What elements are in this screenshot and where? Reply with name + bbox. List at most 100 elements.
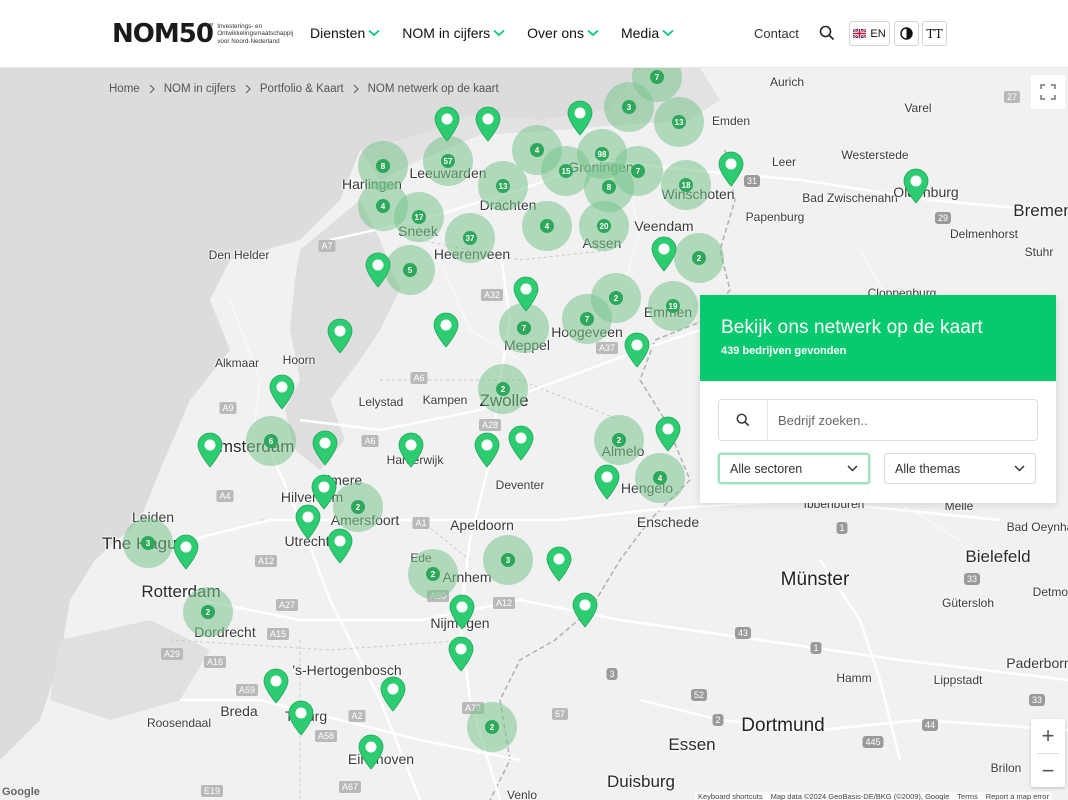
- map-pin-icon[interactable]: [172, 534, 200, 570]
- breadcrumb-portfolio[interactable]: Portfolio & Kaart: [260, 83, 344, 95]
- map-pin-icon[interactable]: [311, 430, 339, 466]
- nav-over-ons[interactable]: Over ons: [527, 25, 599, 41]
- place-label: Münster: [780, 569, 850, 590]
- cluster-marker[interactable]: 3: [604, 82, 654, 132]
- cluster-count: 3: [622, 100, 636, 114]
- map-pin-icon[interactable]: [447, 636, 475, 672]
- fullscreen-button[interactable]: [1031, 75, 1065, 109]
- map-pin-icon[interactable]: [571, 592, 599, 628]
- zoom-in-button[interactable]: +: [1031, 719, 1065, 753]
- cluster-marker[interactable]: 18: [661, 160, 711, 210]
- map-pin-icon[interactable]: [433, 106, 461, 142]
- map-pin-icon[interactable]: [326, 528, 354, 564]
- cluster-marker[interactable]: 6: [246, 416, 296, 466]
- cluster-marker[interactable]: 2: [478, 364, 528, 414]
- map-pin-icon[interactable]: [326, 318, 354, 354]
- terms-link[interactable]: Terms: [957, 792, 977, 800]
- map-pin-icon[interactable]: [507, 425, 535, 461]
- nav-label: Over ons: [527, 25, 584, 41]
- breadcrumb-nom-in-cijfers[interactable]: NOM in cijfers: [164, 83, 236, 95]
- cluster-marker[interactable]: 2: [467, 702, 517, 752]
- map-pin-icon[interactable]: [268, 374, 296, 410]
- map-pin-icon[interactable]: [512, 276, 540, 312]
- map-pin-icon[interactable]: [566, 100, 594, 136]
- cluster-count: 4: [376, 199, 390, 213]
- map-pin-icon[interactable]: [262, 668, 290, 704]
- cluster-marker[interactable]: 37: [445, 213, 495, 263]
- cluster-marker[interactable]: 2: [183, 587, 233, 637]
- cluster-marker[interactable]: 13: [654, 97, 704, 147]
- nav-media[interactable]: Media: [621, 25, 674, 41]
- highway-shield: A2: [348, 710, 366, 722]
- place-label: Dortmund: [741, 715, 825, 736]
- zoom-out-button[interactable]: −: [1031, 754, 1065, 788]
- cluster-marker[interactable]: 2: [594, 415, 644, 465]
- map-pin-icon[interactable]: [357, 734, 385, 770]
- contrast-icon: [900, 27, 913, 40]
- highway-shield: A59: [235, 684, 259, 696]
- nav-nom-in-cijfers[interactable]: NOM in cijfers: [402, 25, 505, 41]
- panel-header: Bekijk ons netwerk op de kaart 439 bedri…: [700, 295, 1056, 381]
- cluster-marker[interactable]: 13: [478, 161, 528, 211]
- map-pin-icon[interactable]: [397, 432, 425, 468]
- map-pin-icon[interactable]: [287, 700, 315, 736]
- font-size-button[interactable]: TT: [922, 21, 947, 46]
- map-pin-icon[interactable]: [902, 168, 930, 204]
- cluster-marker[interactable]: 3: [123, 518, 173, 568]
- map-pin-icon[interactable]: [654, 416, 682, 452]
- map-pin-icon[interactable]: [650, 236, 678, 272]
- place-label: Duisburg: [606, 772, 676, 791]
- contrast-toggle-button[interactable]: [894, 21, 919, 46]
- cluster-count: 37: [463, 231, 477, 245]
- map-pin-icon[interactable]: [623, 332, 651, 368]
- search-icon[interactable]: [819, 25, 835, 41]
- contact-link[interactable]: Contact: [754, 26, 799, 41]
- cluster-marker[interactable]: 2: [408, 549, 458, 599]
- place-label: Papenburg: [745, 210, 805, 224]
- place-label: Bielefeld: [965, 547, 1031, 566]
- cluster-marker[interactable]: 17: [394, 192, 444, 242]
- nom-logo[interactable]: NOM50 jaar Investerings- en Ontwikkeling…: [112, 20, 301, 48]
- theme-select-value: Alle themas: [895, 461, 961, 476]
- map-pin-icon[interactable]: [196, 432, 224, 468]
- main-nav: Diensten NOM in cijfers Over ons Media: [310, 25, 696, 41]
- map-pin-icon[interactable]: [717, 151, 745, 187]
- nav-diensten[interactable]: Diensten: [310, 25, 380, 41]
- cluster-marker[interactable]: 2: [674, 233, 724, 283]
- cluster-marker[interactable]: 57: [423, 136, 473, 186]
- map-pin-icon[interactable]: [294, 504, 322, 540]
- highway-shield: 31: [743, 175, 761, 187]
- map-pin-icon[interactable]: [593, 464, 621, 500]
- logo-jaar: jaar: [204, 22, 214, 28]
- cluster-marker[interactable]: 19: [648, 281, 698, 331]
- theme-select[interactable]: Alle themas: [884, 453, 1036, 484]
- cluster-marker[interactable]: 4: [635, 453, 685, 503]
- company-search-input[interactable]: [768, 412, 1018, 428]
- search-button[interactable]: [719, 400, 768, 440]
- highway-shield: 445: [862, 736, 884, 748]
- cluster-marker[interactable]: 3: [483, 535, 533, 585]
- report-error-link[interactable]: Report a map error: [986, 792, 1049, 800]
- nav-label: Diensten: [310, 25, 366, 41]
- cluster-marker[interactable]: 20: [579, 201, 629, 251]
- keyboard-shortcuts-link[interactable]: Keyboard shortcuts: [698, 792, 763, 800]
- language-switch-button[interactable]: EN: [849, 21, 890, 46]
- cluster-marker[interactable]: 2: [333, 482, 383, 532]
- map-pin-icon[interactable]: [448, 594, 476, 630]
- map-pin-icon[interactable]: [473, 432, 501, 468]
- cluster-marker[interactable]: 7: [562, 294, 612, 344]
- place-label: Den Helder: [208, 248, 270, 262]
- map-pin-icon[interactable]: [379, 676, 407, 712]
- breadcrumb-home[interactable]: Home: [109, 83, 140, 95]
- map-pin-icon[interactable]: [364, 252, 392, 288]
- cluster-marker[interactable]: 5: [385, 245, 435, 295]
- cluster-marker[interactable]: 4: [522, 201, 572, 251]
- chevron-down-icon: [847, 465, 858, 472]
- map-pin-icon[interactable]: [545, 546, 573, 582]
- map-pin-icon[interactable]: [432, 312, 460, 348]
- highway-shield: A29: [160, 648, 184, 660]
- breadcrumb-current[interactable]: NOM netwerk op de kaart: [368, 83, 499, 95]
- sector-select[interactable]: Alle sectoren: [718, 453, 870, 484]
- map-pin-icon[interactable]: [474, 106, 502, 142]
- cluster-count: 8: [376, 159, 390, 173]
